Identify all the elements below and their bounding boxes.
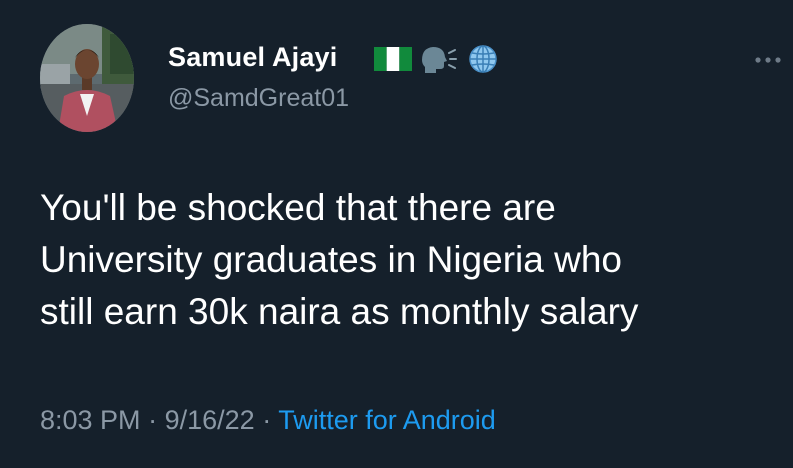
tweet-date[interactable]: 9/16/22 [165, 405, 255, 435]
author-display-name[interactable]: Samuel Ajayi [168, 42, 337, 73]
meta-separator: · [148, 405, 158, 435]
tweet-source-link[interactable]: Twitter for Android [278, 405, 496, 435]
author-handle[interactable]: @SamdGreat01 [168, 84, 349, 113]
meta-separator: · [262, 405, 272, 435]
tweet-text: You'll be shocked that there are Univers… [40, 187, 639, 332]
nigeria-flag-icon [374, 47, 412, 71]
author-avatar[interactable] [40, 24, 134, 132]
more-options-icon[interactable] [752, 50, 784, 70]
globe-icon [464, 44, 502, 74]
tweet-metadata: 8:03 PM · 9/16/22 · Twitter for Android [40, 405, 496, 436]
profile-photo-icon [40, 24, 134, 132]
tweet-time[interactable]: 8:03 PM [40, 405, 141, 435]
speaking-head-icon [418, 44, 458, 74]
